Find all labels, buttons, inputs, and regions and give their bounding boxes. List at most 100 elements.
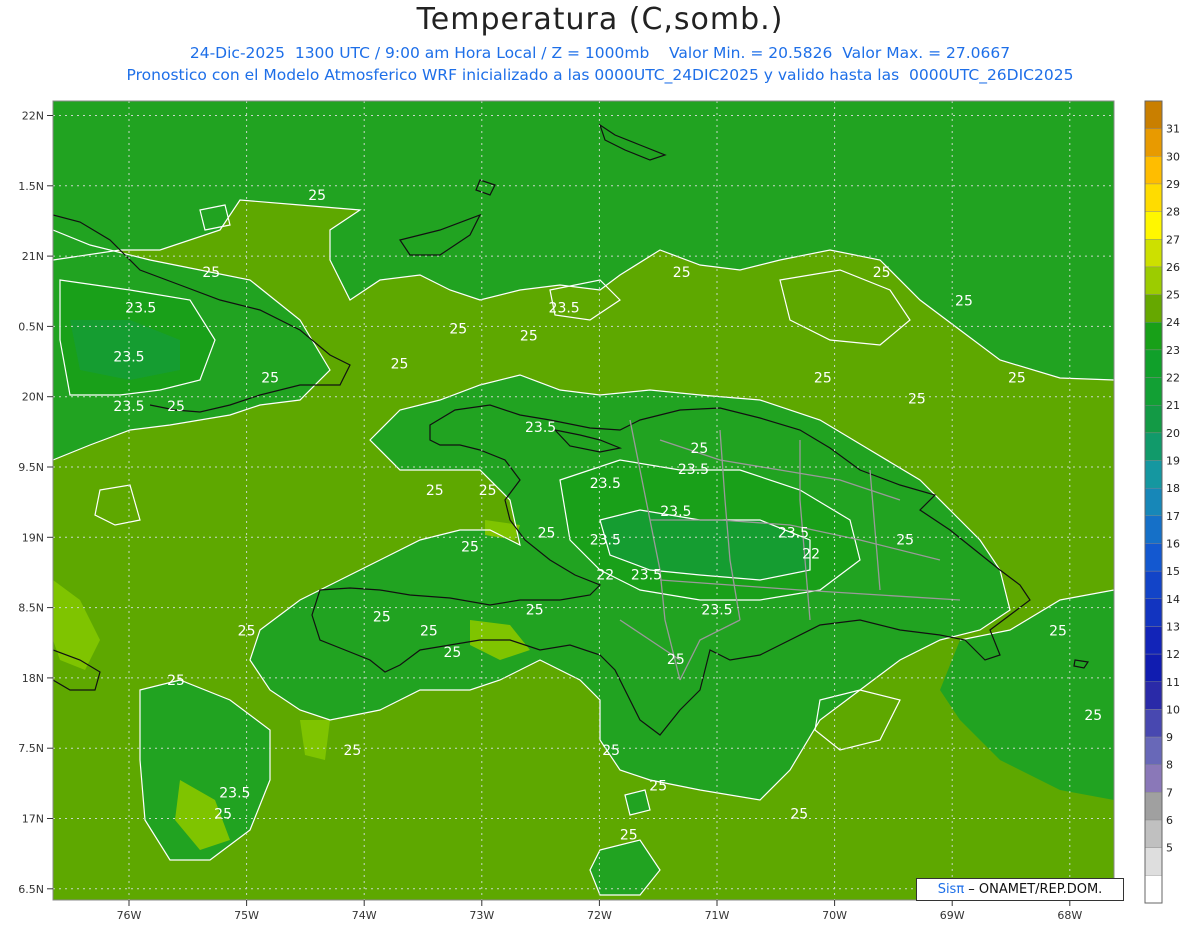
contour-label: 25 bbox=[620, 828, 638, 844]
lon-tick-label: 73W bbox=[469, 909, 494, 922]
colorbar-swatch bbox=[1144, 543, 1163, 572]
lat-tick-label: 22N bbox=[22, 110, 44, 123]
colorbar-label: 30 bbox=[1166, 150, 1180, 163]
contour-label: 22 bbox=[596, 567, 614, 583]
colorbar-label: 13 bbox=[1166, 620, 1180, 633]
colorbar-swatch bbox=[1144, 405, 1163, 434]
colorbar-label: 5 bbox=[1166, 842, 1173, 855]
lat-tick-label: 19N bbox=[22, 531, 44, 544]
longitude-axis: 76W 75W 74W 73W 72W 71W 70W 69W 68W bbox=[117, 900, 1082, 922]
lon-tick-label: 68W bbox=[1057, 909, 1082, 922]
lon-tick-label: 69W bbox=[940, 909, 965, 922]
colorbar-swatch bbox=[1144, 183, 1163, 212]
colorbar-swatch bbox=[1144, 626, 1163, 655]
colorbar-swatch bbox=[1144, 377, 1163, 406]
contour-label: 25 bbox=[873, 265, 891, 281]
colorbar-label: 8 bbox=[1166, 759, 1173, 772]
colorbar-label: 9 bbox=[1166, 731, 1173, 744]
colorbar-label: 16 bbox=[1166, 537, 1180, 550]
colorbar-label: 10 bbox=[1166, 703, 1180, 716]
colorbar-label: 18 bbox=[1166, 482, 1180, 495]
credit-box: Sisπ – ONAMET/REP.DOM. bbox=[916, 878, 1124, 901]
contour-label: 23.5 bbox=[113, 399, 144, 415]
contour-label: 23.5 bbox=[678, 462, 709, 478]
colorbar-swatch bbox=[1144, 239, 1163, 268]
latitude-axis: 22N 1.5N 21N 0.5N 20N 9.5N 19N 8.5N 18N 7.5N 17N 6.… bbox=[18, 110, 53, 896]
colorbar-label: 12 bbox=[1166, 648, 1180, 661]
colorbar-swatch bbox=[1144, 875, 1163, 904]
lat-tick-label: 9.5N bbox=[18, 461, 44, 474]
colorbar-swatch bbox=[1144, 515, 1163, 544]
contour-label: 23.5 bbox=[113, 350, 144, 366]
colorbar-swatch bbox=[1144, 128, 1163, 157]
contour-label: 25 bbox=[202, 265, 220, 281]
lon-tick-label: 72W bbox=[587, 909, 612, 922]
colorbar-swatch bbox=[1144, 653, 1163, 682]
contour-label: 25 bbox=[814, 371, 832, 387]
colorbar-swatch bbox=[1144, 432, 1163, 461]
lon-tick-label: 70W bbox=[822, 909, 847, 922]
contour-label: 25 bbox=[261, 371, 279, 387]
credit-brand: Sisπ bbox=[937, 882, 965, 897]
contour-label: 23.5 bbox=[590, 532, 621, 548]
colorbar-swatch bbox=[1144, 460, 1163, 489]
colorbar-swatch bbox=[1144, 156, 1163, 185]
contour-label: 25 bbox=[538, 525, 556, 541]
colorbar-swatch bbox=[1144, 266, 1163, 295]
contour-label: 23.5 bbox=[778, 525, 809, 541]
contour-label: 25 bbox=[167, 399, 185, 415]
colorbar-swatch bbox=[1144, 294, 1163, 323]
contour-label: 25 bbox=[238, 624, 256, 640]
colorbar-swatch bbox=[1144, 349, 1163, 378]
colorbar-swatch bbox=[1144, 100, 1163, 129]
credit-text: – ONAMET/REP.DOM. bbox=[964, 882, 1103, 897]
colorbar-label: 29 bbox=[1166, 178, 1180, 191]
colorbar-label: 6 bbox=[1166, 814, 1173, 827]
lat-tick-label: 21N bbox=[22, 250, 44, 263]
contour-label: 23.5 bbox=[631, 567, 662, 583]
contour-label: 25 bbox=[896, 532, 914, 548]
contour-label: 25 bbox=[461, 539, 479, 555]
lat-tick-label: 8.5N bbox=[18, 602, 44, 615]
contour-label: 25 bbox=[602, 743, 620, 759]
lat-tick-label: 20N bbox=[22, 391, 44, 404]
colorbar-label: 15 bbox=[1166, 565, 1180, 578]
colorbar-label: 26 bbox=[1166, 261, 1180, 274]
contour-label: 23.5 bbox=[125, 300, 156, 316]
colorbar-label: 25 bbox=[1166, 289, 1180, 302]
contour-label: 25 bbox=[1084, 708, 1102, 724]
colorbar-swatch bbox=[1144, 598, 1163, 627]
lat-tick-label: 0.5N bbox=[18, 320, 44, 333]
colorbar-label: 20 bbox=[1166, 427, 1180, 440]
colorbar-swatch bbox=[1144, 709, 1163, 738]
colorbar-swatch bbox=[1144, 211, 1163, 240]
colorbar-swatch bbox=[1144, 487, 1163, 517]
lat-tick-label: 18N bbox=[22, 672, 44, 685]
lat-tick-label: 1.5N bbox=[18, 180, 44, 193]
colorbar-swatch bbox=[1144, 764, 1163, 793]
contour-label: 25 bbox=[391, 357, 409, 373]
contour-label: 23.5 bbox=[525, 420, 556, 436]
contour-label: 25 bbox=[955, 293, 973, 309]
contour-label: 23.5 bbox=[701, 603, 732, 619]
temperature-map: 25 23.5 25 23.5 23.5 25 25 25 25 23.5 25 25 25 25 25 25… bbox=[18, 100, 1180, 922]
contour-label: 25 bbox=[908, 392, 926, 408]
map-plot-area: 25 23.5 25 23.5 23.5 25 25 25 25 23.5 25 25 25 25 25 25… bbox=[53, 101, 1114, 900]
contour-label: 25 bbox=[526, 603, 544, 619]
lon-tick-label: 74W bbox=[352, 909, 377, 922]
colorbar-label: 21 bbox=[1166, 399, 1180, 412]
contour-label: 25 bbox=[420, 624, 438, 640]
contour-label: 25 bbox=[1049, 624, 1067, 640]
colorbar-label: 11 bbox=[1166, 676, 1180, 689]
contour-label: 23.5 bbox=[660, 504, 691, 520]
colorbar-swatch bbox=[1144, 819, 1163, 848]
contour-label: 22 bbox=[802, 546, 820, 562]
contour-label: 23.5 bbox=[549, 300, 580, 316]
contour-label: 25 bbox=[426, 483, 444, 499]
lat-tick-label: 6.5N bbox=[18, 883, 44, 896]
contour-label: 25 bbox=[443, 645, 461, 661]
colorbar-swatch bbox=[1144, 847, 1163, 876]
colorbar-label: 22 bbox=[1166, 372, 1180, 385]
colorbar-swatch bbox=[1144, 322, 1163, 351]
contour-label: 23.5 bbox=[590, 476, 621, 492]
